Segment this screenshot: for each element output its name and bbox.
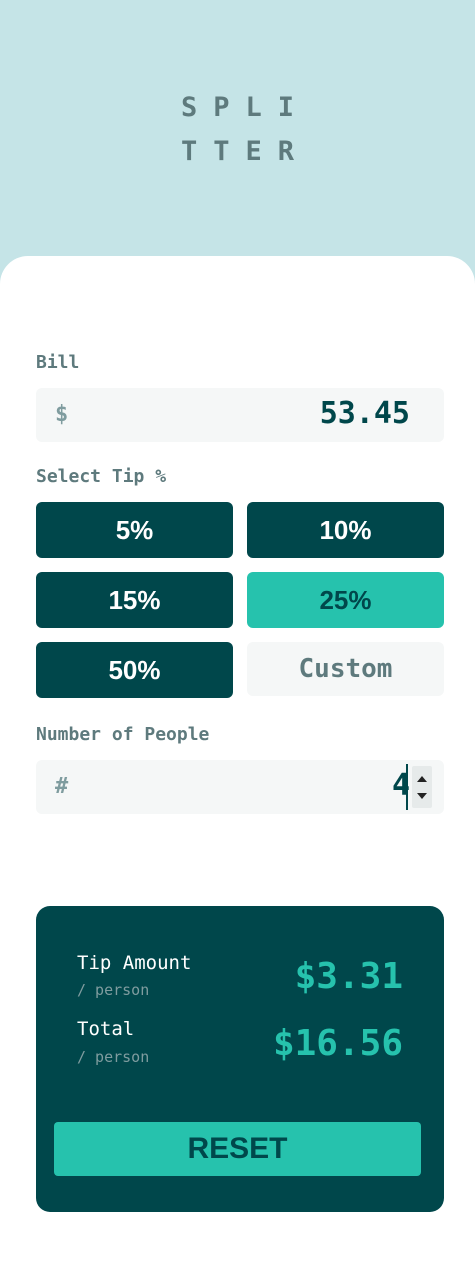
text-caret bbox=[406, 764, 408, 810]
people-label: Number of People bbox=[36, 724, 210, 745]
tip-amount-sublabel: / person bbox=[77, 981, 150, 999]
number-stepper[interactable] bbox=[412, 766, 432, 808]
tip-amount-label: Tip Amount bbox=[77, 952, 192, 974]
tip-button-25[interactable]: 25% bbox=[247, 572, 444, 628]
bill-input-value: 53.45 bbox=[319, 396, 410, 431]
chevron-up-icon[interactable] bbox=[417, 776, 427, 782]
total-sublabel: / person bbox=[77, 1048, 150, 1066]
tip-button-5[interactable]: 5% bbox=[36, 502, 233, 558]
bill-label: Bill bbox=[36, 352, 80, 373]
tip-button-50[interactable]: 50% bbox=[36, 642, 233, 698]
people-input[interactable]: # 4 bbox=[36, 760, 444, 814]
result-panel: Tip Amount / person $3.31 Total / person… bbox=[36, 906, 444, 1212]
person-icon: # bbox=[55, 774, 69, 799]
bill-input[interactable]: $ 53.45 bbox=[36, 388, 444, 442]
total-value: $16.56 bbox=[272, 1023, 403, 1064]
reset-button[interactable]: RESET bbox=[54, 1122, 421, 1176]
tip-amount-value: $3.31 bbox=[294, 956, 403, 997]
app-logo: SPLI TTER bbox=[0, 86, 475, 174]
custom-tip-input[interactable]: Custom bbox=[247, 642, 444, 696]
logo-line-1: SPLI bbox=[180, 92, 311, 123]
chevron-down-icon[interactable] bbox=[417, 793, 427, 799]
custom-tip-placeholder: Custom bbox=[298, 654, 393, 684]
select-tip-label: Select Tip % bbox=[36, 466, 167, 487]
dollar-icon: $ bbox=[55, 402, 69, 427]
total-label: Total bbox=[77, 1018, 135, 1040]
logo-line-2: TTER bbox=[180, 136, 311, 167]
tip-button-10[interactable]: 10% bbox=[247, 502, 444, 558]
tip-button-15[interactable]: 15% bbox=[36, 572, 233, 628]
